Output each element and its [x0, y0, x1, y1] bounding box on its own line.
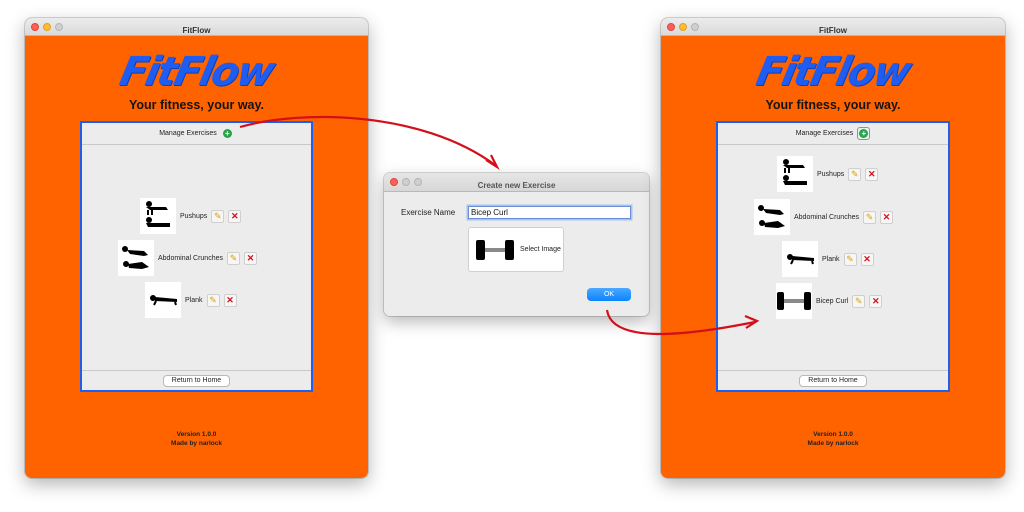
arrow-to-dialog [239, 115, 496, 166]
annotation-arrows [239, 115, 760, 336]
screenshot-canvas: FitFlow FitFlow Your fitness, your way. … [0, 0, 1024, 512]
arrow-to-result [605, 309, 756, 336]
arrow-to-dialog-head [485, 154, 500, 171]
